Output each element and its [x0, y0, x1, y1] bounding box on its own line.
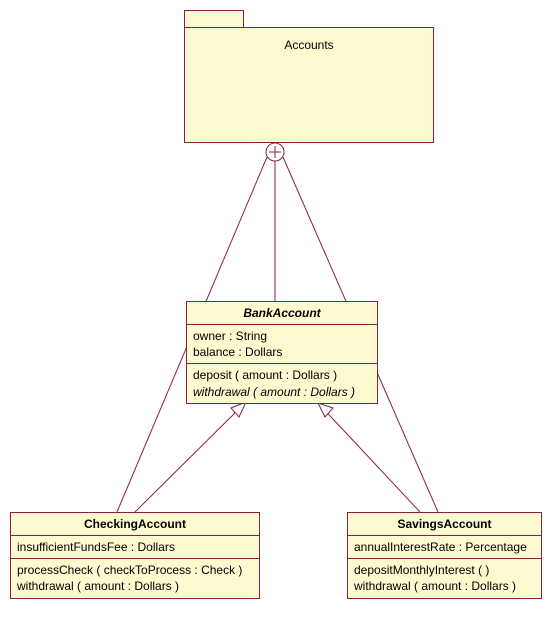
class-savingsaccount: SavingsAccount annualInterestRate : Perc… — [347, 512, 542, 599]
class-savingsaccount-ops: depositMonthlyInterest ( )withdrawal ( a… — [348, 558, 541, 597]
attribute-row: balance : Dollars — [193, 344, 371, 360]
package-tab — [184, 10, 244, 28]
attribute-row: owner : String — [193, 328, 371, 344]
package-name: Accounts — [185, 28, 433, 52]
operation-row: processCheck ( checkToProcess : Check ) — [17, 562, 253, 578]
operation-row: withdrawal ( amount : Dollars ) — [193, 384, 371, 400]
operation-row: deposit ( amount : Dollars ) — [193, 367, 371, 383]
package-accounts: Accounts — [184, 27, 434, 143]
attribute-row: annualInterestRate : Percentage — [354, 539, 535, 555]
class-checkingaccount-attrs: insufficientFundsFee : Dollars — [11, 535, 259, 558]
attribute-row: insufficientFundsFee : Dollars — [17, 539, 253, 555]
class-checkingaccount-name: CheckingAccount — [11, 513, 259, 535]
class-savingsaccount-attrs: annualInterestRate : Percentage — [348, 535, 541, 558]
operation-row: withdrawal ( amount : Dollars ) — [354, 578, 535, 594]
class-bankaccount-name: BankAccount — [187, 302, 377, 324]
class-bankaccount-attrs: owner : Stringbalance : Dollars — [187, 324, 377, 363]
operation-row: depositMonthlyInterest ( ) — [354, 562, 535, 578]
class-bankaccount-ops: deposit ( amount : Dollars )withdrawal (… — [187, 363, 377, 402]
operation-row: withdrawal ( amount : Dollars ) — [17, 578, 253, 594]
class-checkingaccount-ops: processCheck ( checkToProcess : Check )w… — [11, 558, 259, 597]
class-bankaccount: BankAccount owner : Stringbalance : Doll… — [186, 301, 378, 404]
class-savingsaccount-name: SavingsAccount — [348, 513, 541, 535]
class-checkingaccount: CheckingAccount insufficientFundsFee : D… — [10, 512, 260, 599]
